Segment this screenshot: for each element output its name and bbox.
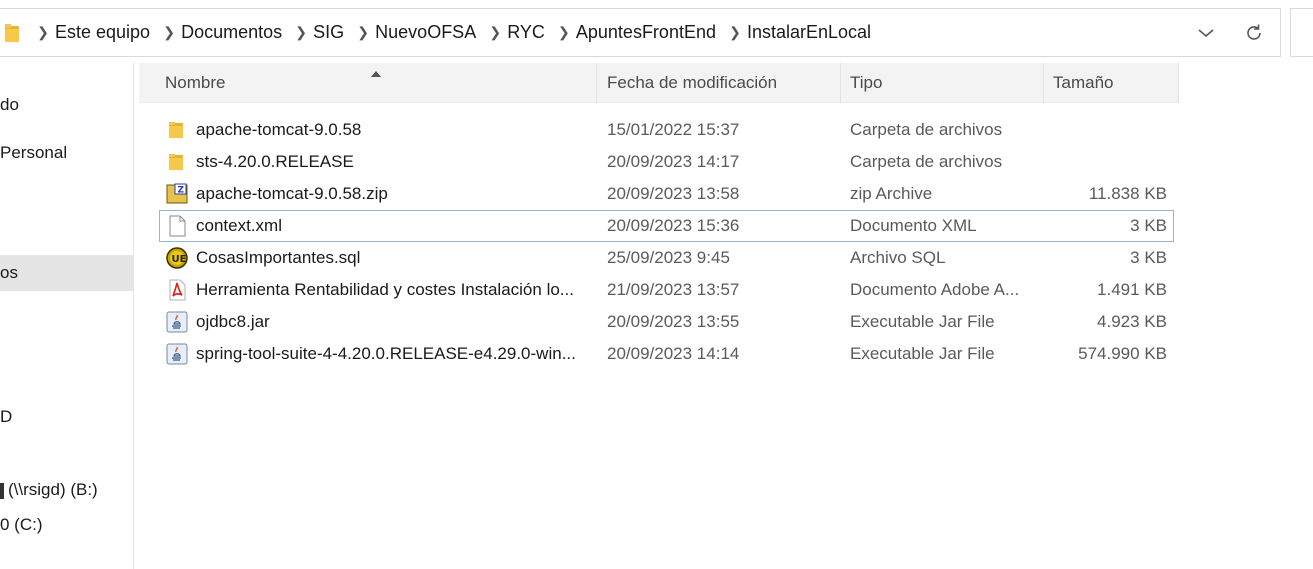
file-date: 25/09/2023 9:45 bbox=[607, 248, 730, 267]
file-date: 15/01/2022 15:37 bbox=[607, 120, 740, 139]
file-type: Carpeta de archivos bbox=[850, 120, 1003, 139]
chevron-right-icon[interactable]: ❯ bbox=[483, 9, 507, 56]
folder-icon bbox=[166, 151, 188, 173]
chevron-right-icon[interactable]: ❯ bbox=[31, 9, 55, 56]
nav-item-drive-b[interactable]: (\\rsigd) (B:) bbox=[0, 480, 98, 500]
nav-item-drive-c[interactable]: 0 (C:) bbox=[0, 515, 43, 535]
file-name: apache-tomcat-9.0.58.zip bbox=[196, 184, 388, 203]
file-date: 20/09/2023 13:58 bbox=[607, 184, 740, 203]
file-row-focused[interactable]: context.xml 20/09/2023 15:36 Documento X… bbox=[159, 210, 1174, 242]
navigation-pane: do Personal os D (\\rsigd) (B:) 0 (C:) bbox=[0, 62, 134, 569]
search-box[interactable] bbox=[1290, 8, 1313, 57]
breadcrumb-item[interactable]: ❯ Documentos bbox=[157, 9, 289, 56]
file-size: 574.990 KB bbox=[1078, 344, 1167, 363]
breadcrumb-item[interactable]: ❯ NuevoOFSA bbox=[351, 9, 483, 56]
refresh-icon[interactable] bbox=[1242, 21, 1266, 45]
file-size: 11.838 KB bbox=[1088, 184, 1167, 203]
file-name: spring-tool-suite-4-4.20.0.RELEASE-e4.29… bbox=[196, 344, 576, 363]
chevron-right-icon[interactable]: ❯ bbox=[723, 9, 747, 56]
column-header-type[interactable]: Tipo bbox=[841, 63, 1044, 103]
file-size: 3 KB bbox=[1130, 216, 1167, 235]
java-jar-icon bbox=[166, 311, 188, 333]
file-row[interactable]: spring-tool-suite-4-4.20.0.RELEASE-e4.29… bbox=[159, 338, 1174, 370]
file-row[interactable]: ojdbc8.jar 20/09/2023 13:55 Executable J… bbox=[159, 306, 1174, 338]
file-date: 20/09/2023 13:55 bbox=[607, 312, 740, 331]
chevron-right-icon[interactable]: ❯ bbox=[157, 9, 181, 56]
file-row[interactable]: Herramienta Rentabilidad y costes Instal… bbox=[159, 274, 1174, 306]
breadcrumb: ❯ Este equipo ❯ Documentos ❯ SIG ❯ NuevoOFSA… bbox=[31, 9, 878, 56]
file-size: 1.491 KB bbox=[1097, 280, 1167, 299]
nav-item-label: (\\rsigd) (B:) bbox=[8, 480, 98, 499]
file-type: Archivo SQL bbox=[850, 248, 946, 267]
zip-archive-icon: Z bbox=[166, 183, 188, 205]
nav-item-label: os bbox=[0, 263, 18, 282]
drive-icon bbox=[0, 482, 4, 499]
file-name: Herramienta Rentabilidad y costes Instal… bbox=[196, 280, 574, 299]
sort-ascending-icon bbox=[370, 63, 382, 77]
nav-item[interactable]: Personal bbox=[0, 143, 67, 163]
file-date: 21/09/2023 13:57 bbox=[607, 280, 740, 299]
file-name: sts-4.20.0.RELEASE bbox=[196, 152, 354, 171]
file-name: context.xml bbox=[196, 216, 282, 235]
nav-item-selected[interactable]: os bbox=[0, 255, 133, 291]
nav-item[interactable]: do bbox=[0, 95, 19, 115]
file-type: Executable Jar File bbox=[850, 344, 995, 363]
file-date: 20/09/2023 14:17 bbox=[607, 152, 740, 171]
file-row[interactable]: apache-tomcat-9.0.58 15/01/2022 15:37 Ca… bbox=[159, 114, 1174, 146]
file-name: apache-tomcat-9.0.58 bbox=[196, 120, 362, 139]
breadcrumb-item[interactable]: ❯ InstalarEnLocal bbox=[723, 9, 878, 56]
file-type: Executable Jar File bbox=[850, 312, 995, 331]
file-type: Carpeta de archivos bbox=[850, 152, 1003, 171]
column-header-date[interactable]: Fecha de modificación bbox=[597, 63, 841, 103]
file-type: Documento XML bbox=[850, 216, 977, 235]
chevron-right-icon[interactable]: ❯ bbox=[552, 9, 576, 56]
breadcrumb-item[interactable]: ❯ SIG bbox=[289, 9, 351, 56]
chevron-down-icon[interactable] bbox=[1194, 23, 1218, 43]
column-header-name[interactable]: Nombre bbox=[139, 63, 597, 103]
breadcrumb-item[interactable]: ❯ RYC bbox=[483, 9, 552, 56]
file-date: 20/09/2023 15:36 bbox=[607, 216, 740, 235]
svg-text:UE: UE bbox=[172, 254, 187, 265]
file-size: 3 KB bbox=[1130, 248, 1167, 267]
pdf-icon bbox=[166, 279, 188, 301]
nav-item[interactable]: D bbox=[0, 407, 12, 427]
file-row[interactable]: sts-4.20.0.RELEASE 20/09/2023 14:17 Carp… bbox=[159, 146, 1174, 178]
chevron-right-icon[interactable]: ❯ bbox=[289, 9, 313, 56]
file-date: 20/09/2023 14:14 bbox=[607, 344, 740, 363]
file-row[interactable]: UE CosasImportantes.sql 25/09/2023 9:45 … bbox=[159, 242, 1174, 274]
java-jar-icon bbox=[166, 343, 188, 365]
breadcrumb-item[interactable]: ❯ Este equipo bbox=[31, 9, 157, 56]
ultraedit-icon: UE bbox=[166, 247, 188, 269]
folder-icon bbox=[166, 119, 188, 141]
column-headers: Nombre Fecha de modificación Tipo Tamaño bbox=[139, 63, 1179, 103]
file-name: CosasImportantes.sql bbox=[196, 248, 361, 267]
file-size: 4.923 KB bbox=[1097, 312, 1167, 331]
svg-text:Z: Z bbox=[178, 186, 185, 196]
file-type: zip Archive bbox=[850, 184, 933, 203]
file-name: ojdbc8.jar bbox=[196, 312, 270, 331]
document-icon bbox=[166, 215, 188, 237]
chevron-right-icon[interactable]: ❯ bbox=[351, 9, 375, 56]
breadcrumb-item[interactable]: ❯ ApuntesFrontEnd bbox=[552, 9, 723, 56]
file-type: Documento Adobe A... bbox=[850, 280, 1020, 299]
folder-icon bbox=[5, 23, 19, 43]
column-header-size[interactable]: Tamaño bbox=[1044, 63, 1179, 103]
file-row[interactable]: Z apache-tomcat-9.0.58.zip 20/09/2023 13… bbox=[159, 178, 1174, 210]
address-bar[interactable]: ❯ Este equipo ❯ Documentos ❯ SIG ❯ NuevoOFSA… bbox=[0, 8, 1281, 57]
